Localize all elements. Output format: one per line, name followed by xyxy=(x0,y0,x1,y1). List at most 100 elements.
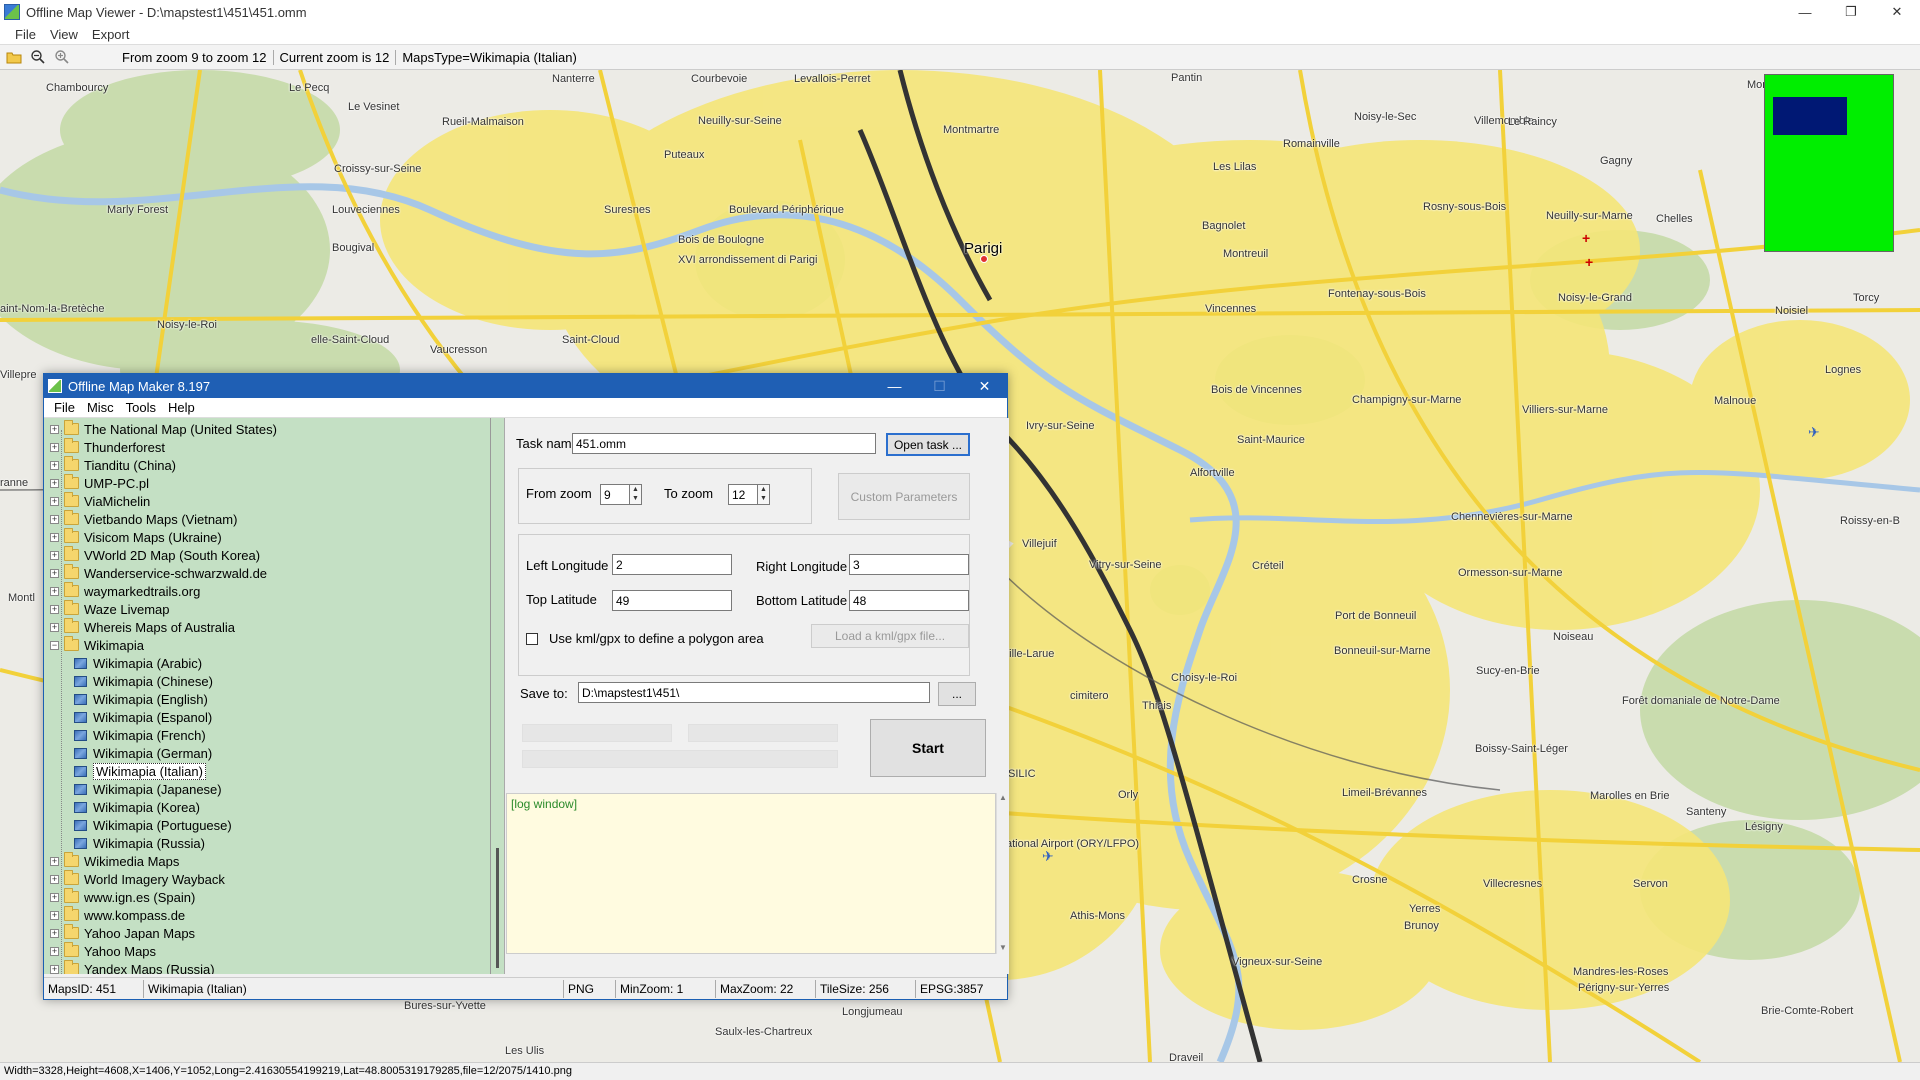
close-icon[interactable]: ✕ xyxy=(1874,0,1920,24)
menu-file[interactable]: File xyxy=(8,27,43,42)
log-scrollbar[interactable]: ▲ ▼ xyxy=(996,793,1009,954)
tree-map-item[interactable]: Wikimapia (Espanol) xyxy=(74,708,212,726)
tree-folder-item[interactable]: + Tianditu (China) xyxy=(50,456,176,474)
map-label: Villejuif xyxy=(1022,538,1057,550)
tree-folder-item[interactable]: + Yandex Maps (Russia) xyxy=(50,960,215,974)
zoom-in-icon[interactable] xyxy=(52,47,72,67)
menu-view[interactable]: View xyxy=(43,27,85,42)
expand-icon[interactable]: + xyxy=(50,946,59,956)
task-name-input[interactable] xyxy=(572,433,876,454)
tree-map-item[interactable]: Wikimapia (French) xyxy=(74,726,206,744)
scroll-down-icon[interactable]: ▼ xyxy=(997,943,1009,952)
expand-icon[interactable]: + xyxy=(50,856,59,866)
scroll-up-icon[interactable]: ▲ xyxy=(997,793,1009,802)
tree-map-item[interactable]: Wikimapia (Japanese) xyxy=(74,780,222,798)
maximize-icon[interactable]: ❐ xyxy=(1828,0,1874,24)
tree-map-item[interactable]: Wikimapia (Chinese) xyxy=(74,672,213,690)
to-zoom-input[interactable] xyxy=(728,484,758,505)
save-to-input[interactable] xyxy=(578,682,930,703)
map-label: Le Pecq xyxy=(289,82,330,94)
tree-folder-item[interactable]: + www.ign.es (Spain) xyxy=(50,888,195,906)
tree-map-item[interactable]: Wikimapia (Arabic) xyxy=(74,654,202,672)
top-latitude-input[interactable] xyxy=(612,590,732,611)
dialog-titlebar[interactable]: Offline Map Maker 8.197 — ☐ ✕ xyxy=(44,374,1007,398)
tree-map-item[interactable]: Wikimapia (Korea) xyxy=(74,798,200,816)
expand-icon[interactable]: + xyxy=(50,442,59,452)
map-label: Alfortville xyxy=(1190,467,1235,479)
tree-folder-item[interactable]: + www.kompass.de xyxy=(50,906,185,924)
tree-folder-item[interactable]: + Whereis Maps of Australia xyxy=(50,618,235,636)
browse-button[interactable]: ... xyxy=(938,682,976,706)
map-icon xyxy=(74,657,87,669)
expand-icon[interactable]: + xyxy=(50,604,59,614)
bottom-latitude-input[interactable] xyxy=(849,590,969,611)
expand-icon[interactable]: + xyxy=(50,478,59,488)
folder-icon xyxy=(64,600,79,615)
right-longitude-input[interactable] xyxy=(849,554,969,575)
expand-icon[interactable]: + xyxy=(50,568,59,578)
close-icon[interactable]: ✕ xyxy=(962,374,1007,398)
kml-polygon-checkbox[interactable] xyxy=(526,633,538,645)
tree-folder-item[interactable]: + Thunderforest xyxy=(50,438,165,456)
expand-icon[interactable]: + xyxy=(50,550,59,560)
tree-map-item[interactable]: Wikimapia (Italian) xyxy=(74,762,206,780)
expand-icon[interactable]: + xyxy=(50,532,59,542)
tree-folder-item[interactable]: + Yahoo Japan Maps xyxy=(50,924,195,942)
expand-icon[interactable]: + xyxy=(50,586,59,596)
from-zoom-spinner-icon[interactable]: ▲ ▼ xyxy=(630,484,642,505)
minimize-icon[interactable]: — xyxy=(872,374,917,398)
expand-icon[interactable]: + xyxy=(50,928,59,938)
zoom-out-icon[interactable] xyxy=(28,47,48,67)
tree-scrollbar[interactable] xyxy=(491,418,505,974)
tree-folder-item[interactable]: + waymarkedtrails.org xyxy=(50,582,200,600)
expand-icon[interactable]: + xyxy=(50,964,59,974)
menu-file[interactable]: File xyxy=(48,400,81,415)
expand-icon[interactable]: + xyxy=(50,910,59,920)
right-longitude-label: Right Longitude xyxy=(756,559,848,574)
tree-folder-item[interactable]: − Wikimapia xyxy=(50,636,144,654)
tree-map-item[interactable]: Wikimapia (German) xyxy=(74,744,212,762)
tree-folder-item[interactable]: + Wikimedia Maps xyxy=(50,852,179,870)
tree-map-item[interactable]: Wikimapia (Russia) xyxy=(74,834,205,852)
menu-tools[interactable]: Tools xyxy=(120,400,162,415)
open-task-button[interactable]: Open task ... xyxy=(886,433,970,456)
tree-folder-item[interactable]: + Wanderservice-schwarzwald.de xyxy=(50,564,267,582)
expand-icon[interactable]: + xyxy=(50,424,59,434)
maps-tree[interactable]: + The National Map (United States) + Thunde… xyxy=(44,418,491,974)
map-label: Limeil-Brévannes xyxy=(1342,787,1427,799)
expand-icon[interactable]: + xyxy=(50,892,59,902)
expand-icon[interactable]: + xyxy=(50,874,59,884)
menu-export[interactable]: Export xyxy=(85,27,137,42)
minimap[interactable] xyxy=(1764,74,1894,252)
menu-misc[interactable]: Misc xyxy=(81,400,120,415)
expand-icon[interactable]: + xyxy=(50,622,59,632)
folder-icon xyxy=(64,492,79,507)
tree-folder-item[interactable]: + World Imagery Wayback xyxy=(50,870,225,888)
expand-icon[interactable]: + xyxy=(50,460,59,470)
open-folder-icon[interactable] xyxy=(4,47,24,67)
left-longitude-input[interactable] xyxy=(612,554,732,575)
tree-folder-item[interactable]: + VWorld 2D Map (South Korea) xyxy=(50,546,260,564)
tree-folder-item[interactable]: + ViaMichelin xyxy=(50,492,150,510)
expand-icon[interactable]: + xyxy=(50,514,59,524)
viewer-toolbar: From zoom 9 to zoom 12 Current zoom is 1… xyxy=(0,44,1920,70)
from-zoom-input[interactable] xyxy=(600,484,630,505)
tree-folder-item[interactable]: + The National Map (United States) xyxy=(50,420,277,438)
tree-folder-item[interactable]: + Vietbando Maps (Vietnam) xyxy=(50,510,237,528)
collapse-icon[interactable]: − xyxy=(50,640,59,650)
tree-folder-item[interactable]: + Visicom Maps (Ukraine) xyxy=(50,528,222,546)
tree-map-item[interactable]: Wikimapia (Portuguese) xyxy=(74,816,232,834)
map-label: Sucy-en-Brie xyxy=(1476,665,1540,677)
tree-folder-item[interactable]: + UMP-PC.pl xyxy=(50,474,149,492)
to-zoom-spinner-icon[interactable]: ▲ ▼ xyxy=(758,484,770,505)
expand-icon[interactable]: + xyxy=(50,496,59,506)
tree-folder-item[interactable]: + Yahoo Maps xyxy=(50,942,156,960)
menu-help[interactable]: Help xyxy=(162,400,201,415)
map-label: Romainville xyxy=(1283,138,1340,150)
tree-folder-item[interactable]: + Waze Livemap xyxy=(50,600,170,618)
minimize-icon[interactable]: — xyxy=(1782,0,1828,24)
start-button[interactable]: Start xyxy=(870,719,986,777)
tree-map-item[interactable]: Wikimapia (English) xyxy=(74,690,208,708)
log-window[interactable]: [log window] xyxy=(506,793,996,954)
minimap-viewport[interactable] xyxy=(1773,97,1847,135)
